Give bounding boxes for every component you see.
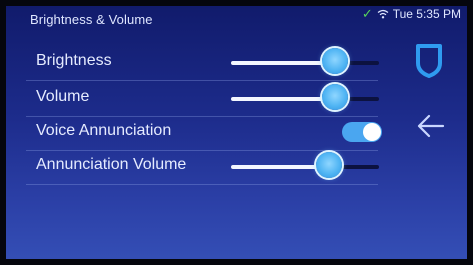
slider-thumb[interactable] <box>321 84 348 110</box>
toggle-knob <box>363 123 381 141</box>
setting-row-annunciation-volume: Annunciation Volume <box>26 147 379 185</box>
slider-thumb[interactable] <box>321 48 348 74</box>
page-title: Brightness & Volume <box>30 12 153 27</box>
setting-label: Brightness <box>36 52 112 69</box>
setting-row-volume: Volume <box>26 79 379 117</box>
shield-icon[interactable] <box>414 41 444 79</box>
status-area: ✓ Tue 5:35 PM <box>362 6 461 22</box>
setting-label: Annunciation Volume <box>36 156 187 173</box>
status-time: Tue 5:35 PM <box>392 7 461 21</box>
back-arrow-icon[interactable] <box>416 113 446 139</box>
slider-fill <box>231 97 335 101</box>
setting-label: Voice Annunciation <box>36 122 172 139</box>
annunciation-volume-slider[interactable] <box>231 152 379 178</box>
brightness-slider[interactable] <box>231 48 379 74</box>
slider-thumb[interactable] <box>315 152 342 178</box>
wifi-icon <box>377 9 389 19</box>
status-bar: Brightness & Volume ✓ Tue 5:35 PM <box>0 0 473 34</box>
settings-screen: Brightness & Volume ✓ Tue 5:35 PM Bright… <box>0 0 473 265</box>
setting-row-brightness: Brightness <box>26 43 379 81</box>
check-icon: ✓ <box>361 6 373 21</box>
voice-annunciation-toggle[interactable] <box>342 122 382 142</box>
volume-slider[interactable] <box>231 84 379 110</box>
setting-row-voice-annunciation: Voice Annunciation <box>26 113 382 151</box>
setting-label: Volume <box>36 88 90 105</box>
slider-fill <box>231 61 335 65</box>
slider-fill <box>231 165 329 169</box>
